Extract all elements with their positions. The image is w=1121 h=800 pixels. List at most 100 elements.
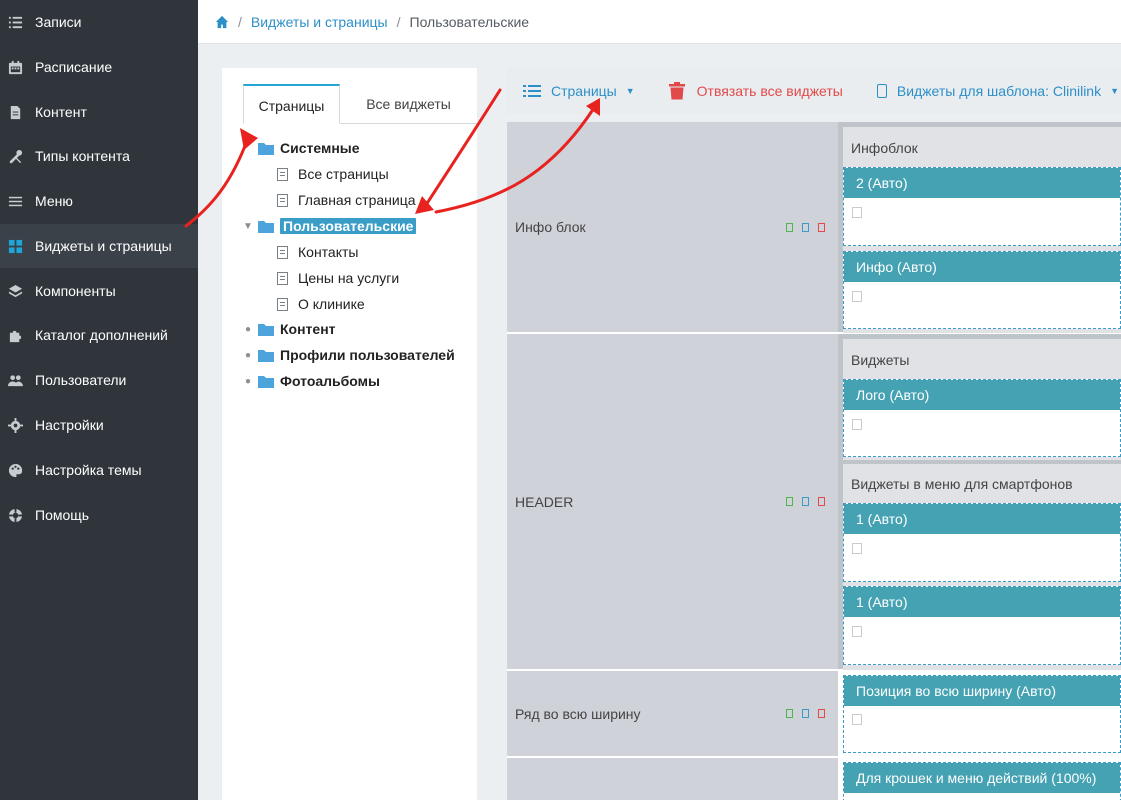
tree-node-albums[interactable]: ● Фотоальбомы <box>242 370 380 392</box>
widget-title[interactable]: Инфо (Авто) <box>844 252 1120 282</box>
breadcrumb-separator: / <box>396 13 401 30</box>
tree-node-profiles[interactable]: ● Профили пользователей <box>242 344 455 366</box>
sidebar-item-label: Виджеты и страницы <box>35 238 172 254</box>
sidebar-item-content-types[interactable]: Типы контента <box>0 134 198 178</box>
tree-node-content[interactable]: ● Контент <box>242 318 336 340</box>
sidebar-item-label: Записи <box>35 14 82 30</box>
tree-node-contacts[interactable]: Контакты <box>277 241 358 263</box>
page-icon <box>277 245 288 259</box>
sidebar-item-label: Помощь <box>35 507 90 523</box>
page-icon <box>277 297 288 311</box>
home-icon[interactable] <box>215 15 229 29</box>
widget-title[interactable]: Позиция во всю ширину (Авто) <box>844 676 1120 706</box>
puzzle-icon <box>7 327 23 343</box>
trash-icon <box>668 82 685 100</box>
tree-tabs: Страницы Все виджеты <box>243 84 477 124</box>
document-icon <box>7 104 23 120</box>
widget-title[interactable]: 1 (Авто) <box>844 587 1120 617</box>
tab-all-widgets[interactable]: Все виджеты <box>340 84 477 124</box>
gear-icon <box>7 417 23 433</box>
sidebar-item-users[interactable]: Пользователи <box>0 358 198 402</box>
page-icon <box>277 193 288 207</box>
sidebar-item-components[interactable]: Компоненты <box>0 269 198 313</box>
tree-node-all-pages[interactable]: Все страницы <box>277 163 389 185</box>
tree-node-custom[interactable]: ▼ Пользовательские <box>242 215 417 237</box>
template-widgets-label: Виджеты для шаблона: Clinilink <box>896 83 1102 99</box>
widget-title[interactable]: Для крошек и меню действий (100%) <box>844 763 1120 793</box>
widget-checkbox[interactable] <box>852 714 862 725</box>
widget-checkbox[interactable] <box>852 626 862 637</box>
position-row-fullwidth: Ряд во всю ширину Позиция во всю ширину … <box>507 671 1121 757</box>
widget-card[interactable]: 2 (Авто) <box>843 167 1121 246</box>
grid-icon <box>7 238 23 254</box>
position-label-cell: Инфо блок <box>507 122 838 332</box>
tools-icon <box>7 148 23 164</box>
widget-title[interactable]: 2 (Авто) <box>844 168 1120 198</box>
widget-checkbox[interactable] <box>852 419 862 430</box>
layers-icon <box>7 283 23 299</box>
widget-group-title: Виджеты в меню для смартфонов <box>851 476 1073 492</box>
widget-card[interactable]: Инфо (Авто) <box>843 251 1121 329</box>
collapse-icon[interactable]: ▼ <box>242 221 254 232</box>
sidebar-item-widgets-pages[interactable]: Виджеты и страницы <box>0 224 198 268</box>
menu-icon <box>7 193 23 209</box>
tree-node-label: Контент <box>280 321 336 337</box>
sidebar-item-records[interactable]: Записи <box>0 0 198 44</box>
users-icon <box>7 372 23 388</box>
sidebar-item-content[interactable]: Контент <box>0 90 198 134</box>
folder-icon <box>258 375 274 388</box>
list-icon <box>7 14 23 30</box>
delete-position-icon[interactable] <box>818 709 825 718</box>
edit-position-icon[interactable] <box>802 222 809 232</box>
sidebar-item-schedule[interactable]: Расписание <box>0 45 198 89</box>
sidebar-item-label: Каталог дополнений <box>35 327 168 343</box>
caret-down-icon: ▼ <box>1110 86 1120 96</box>
widget-checkbox[interactable] <box>852 207 862 218</box>
tree-node-label: Фотоальбомы <box>280 373 380 389</box>
widget-title[interactable]: Лого (Авто) <box>844 380 1120 410</box>
sidebar-item-settings[interactable]: Настройки <box>0 403 198 447</box>
add-widget-icon[interactable] <box>786 222 793 232</box>
calendar-icon <box>7 59 23 75</box>
sidebar-item-help[interactable]: Помощь <box>0 493 198 537</box>
widget-card[interactable]: Позиция во всю ширину (Авто) <box>843 675 1121 753</box>
sidebar-item-label: Контент <box>35 104 87 120</box>
edit-position-icon[interactable] <box>802 709 809 718</box>
folder-icon <box>258 349 274 362</box>
template-widgets-dropdown[interactable]: Виджеты для шаблона: Clinilink ▼ <box>876 83 1120 99</box>
tab-pages[interactable]: Страницы <box>243 84 340 124</box>
sidebar-item-addons-catalog[interactable]: Каталог дополнений <box>0 313 198 357</box>
delete-position-icon[interactable] <box>818 497 825 506</box>
widget-card[interactable]: 1 (Авто) <box>843 503 1121 582</box>
unbind-all-widgets-button[interactable]: Отвязать все виджеты <box>668 82 843 100</box>
expand-icon[interactable]: ● <box>242 324 254 335</box>
sidebar-item-menu[interactable]: Меню <box>0 179 198 223</box>
sidebar-item-theme-settings[interactable]: Настройка темы <box>0 448 198 492</box>
position-label-cell <box>507 758 838 800</box>
expand-icon[interactable]: ● <box>242 350 254 361</box>
tree-node-system[interactable]: Системные <box>242 137 360 159</box>
help-icon <box>7 507 23 523</box>
tree-node-label: Цены на услуги <box>298 270 400 286</box>
widget-card[interactable]: Лого (Авто) <box>843 379 1121 457</box>
add-widget-icon[interactable] <box>786 497 793 506</box>
tree-node-label: Пользовательские <box>280 218 417 234</box>
breadcrumb-current: Пользовательские <box>409 13 530 30</box>
widget-group-title: Виджеты <box>851 352 910 368</box>
expand-icon[interactable]: ● <box>242 376 254 387</box>
widget-card[interactable]: 1 (Авто) <box>843 586 1121 665</box>
widget-card[interactable]: Для крошек и меню действий (100%) <box>843 762 1121 800</box>
widget-checkbox[interactable] <box>852 543 862 554</box>
edit-position-icon[interactable] <box>802 497 809 506</box>
widget-title[interactable]: 1 (Авто) <box>844 504 1120 534</box>
tree-node-about[interactable]: О клинике <box>277 293 365 315</box>
widget-checkbox[interactable] <box>852 291 862 302</box>
position-label-cell: Ряд во всю ширину <box>507 671 838 756</box>
delete-position-icon[interactable] <box>818 222 825 232</box>
tree-node-prices[interactable]: Цены на услуги <box>277 267 399 289</box>
sidebar-item-label: Настройка темы <box>35 462 142 478</box>
add-widget-icon[interactable] <box>786 709 793 718</box>
pages-dropdown[interactable]: Страницы ▼ <box>523 83 635 99</box>
breadcrumb-link-widgets[interactable]: Виджеты и страницы <box>251 14 388 30</box>
tree-node-main-page[interactable]: Главная страница <box>277 189 416 211</box>
